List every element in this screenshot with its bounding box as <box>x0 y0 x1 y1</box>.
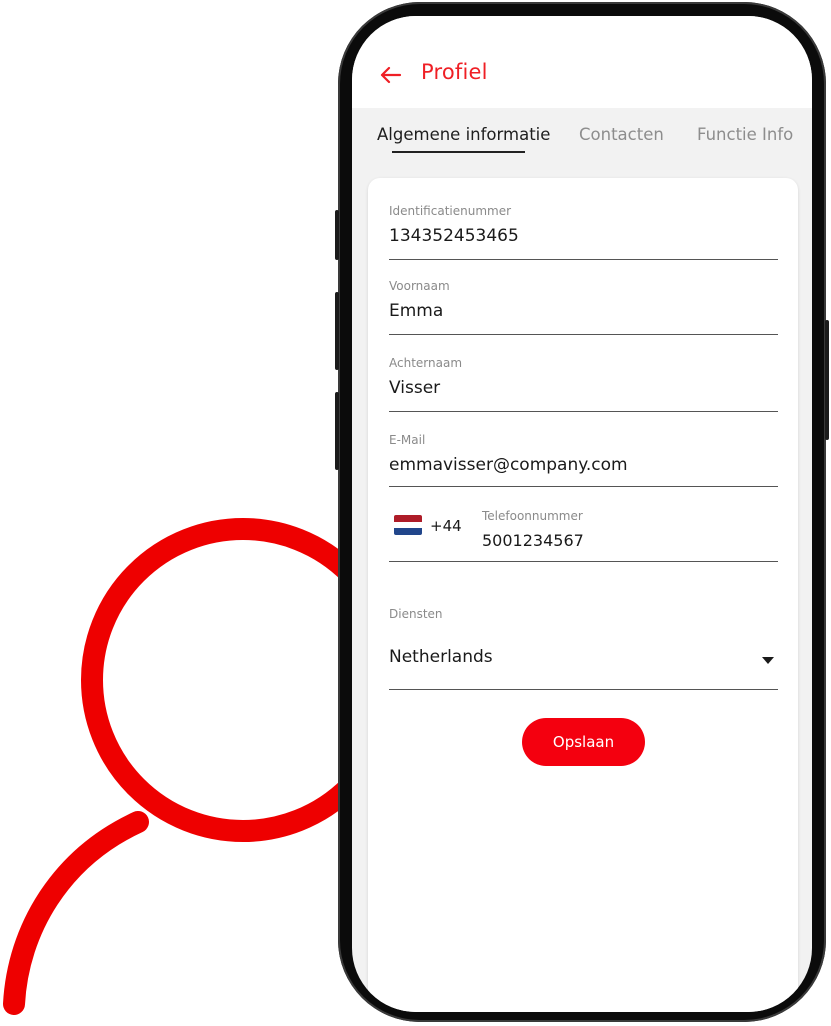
arrow-left-icon[interactable] <box>378 62 404 88</box>
field-underline <box>389 561 778 562</box>
app-screen: Profiel Algemene informatie Contacten Fu… <box>352 16 812 1012</box>
tab-contacts[interactable]: Contacten <box>579 125 664 144</box>
page-title: Profiel <box>421 60 488 84</box>
phone-side-button <box>335 292 339 370</box>
tab-function-info[interactable]: Functie Info <box>697 125 793 144</box>
netherlands-flag-icon[interactable] <box>394 515 422 535</box>
first-name-label: Voornaam <box>389 279 450 293</box>
id-number-value[interactable]: 134352453465 <box>389 226 519 246</box>
tab-general-info[interactable]: Algemene informatie <box>377 125 550 144</box>
tab-bar: Algemene informatie Contacten Functie In… <box>352 108 812 166</box>
phone-side-button <box>335 210 339 260</box>
field-underline <box>389 411 778 412</box>
field-underline <box>389 334 778 335</box>
first-name-value[interactable]: Emma <box>389 301 443 321</box>
active-tab-indicator <box>392 151 525 153</box>
services-label: Diensten <box>389 607 443 621</box>
id-number-label: Identificatienummer <box>389 204 512 218</box>
email-label: E-Mail <box>389 433 426 447</box>
field-underline <box>389 689 778 690</box>
dial-code[interactable]: +44 <box>430 517 462 535</box>
id-number-field[interactable]: Identificatienummer 134352453465 <box>389 204 778 262</box>
last-name-value[interactable]: Visser <box>389 378 440 398</box>
services-selected-value[interactable]: Netherlands <box>389 647 493 667</box>
email-value[interactable]: emmavisser@company.com <box>389 455 628 475</box>
field-underline <box>389 486 778 487</box>
phone-side-button <box>335 392 339 470</box>
save-button[interactable]: Opslaan <box>522 718 645 766</box>
email-field[interactable]: E-Mail emmavisser@company.com <box>389 433 778 491</box>
phone-power-button <box>825 320 829 440</box>
phone-mockup: Profiel Algemene informatie Contacten Fu… <box>335 2 829 1026</box>
caret-down-icon[interactable] <box>762 657 774 664</box>
app-bar: Profiel <box>352 16 812 108</box>
phone-label: Telefoonnummer <box>482 509 583 523</box>
first-name-field[interactable]: Voornaam Emma <box>389 279 778 337</box>
last-name-field[interactable]: Achternaam Visser <box>389 356 778 414</box>
phone-value[interactable]: 5001234567 <box>482 531 584 550</box>
services-dropdown[interactable]: Diensten Netherlands <box>389 607 778 692</box>
profile-form-card: Identificatienummer 134352453465 Voornaa… <box>368 178 798 1012</box>
last-name-label: Achternaam <box>389 356 463 370</box>
phone-field[interactable]: +44 Telefoonnummer 5001234567 <box>389 497 778 565</box>
field-underline <box>389 259 778 260</box>
